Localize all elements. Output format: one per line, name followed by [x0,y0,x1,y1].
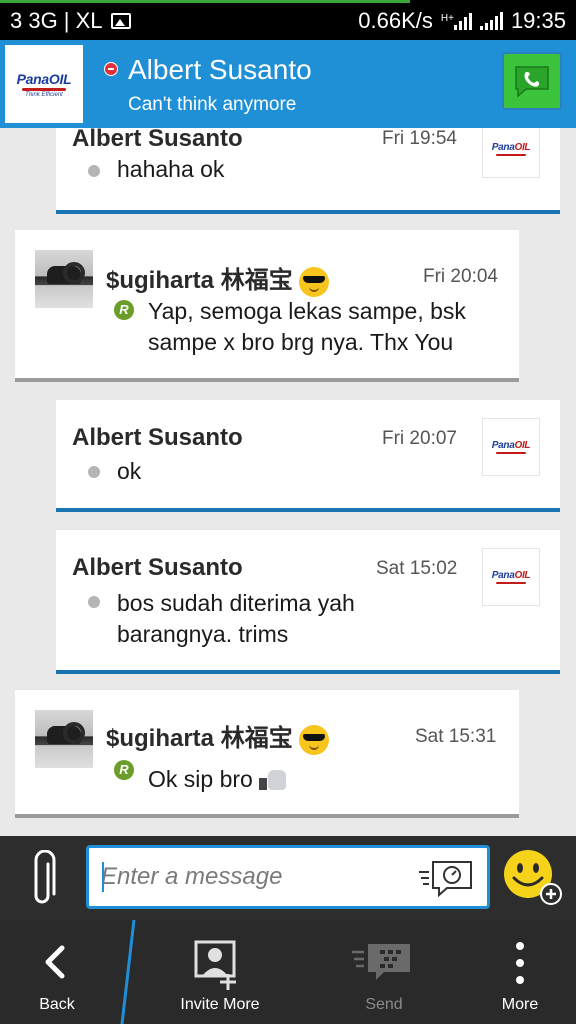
status-bar: 3 3G | XL 0.66K/s H+ 19:35 [0,0,576,40]
nav-divider [120,920,136,1024]
message-time: Fri 19:54 [382,128,457,149]
more-label: More [501,996,539,1013]
clock: 19:35 [510,8,566,33]
message-bubble[interactable]: Albert Susanto Fri 19:54 PanaOIL hahaha … [56,128,560,214]
invite-more-label: Invite More [180,996,260,1013]
status-bar-left: 3 3G | XL [10,8,131,34]
message-input[interactable] [101,858,401,896]
message-composer [0,836,576,920]
message-bubble[interactable]: $ugiharta 林福宝 Sat 15:31 R Ok sip bro [15,690,519,818]
phone-icon [515,66,549,98]
back-button[interactable]: Back [0,920,114,1024]
delivered-dot-icon [88,596,100,608]
speech-bubble-icon[interactable] [417,858,475,898]
call-button[interactable] [502,52,562,110]
status-bar-right: 0.66K/s H+ 19:35 [358,8,566,34]
avatar-logo-brand: PanaOIL [16,70,72,87]
add-contact-icon [194,940,236,990]
message-bubble[interactable]: Albert Susanto Sat 15:02 PanaOIL bos sud… [56,530,560,674]
contact-name: Albert Susanto [128,54,312,85]
more-button[interactable]: More [470,920,570,1024]
read-badge: R [114,760,134,780]
sender-name-text: $ugiharta 林福宝 [106,725,293,752]
message-time: Fri 20:04 [423,266,498,287]
cool-emoji-icon [298,724,329,755]
read-badge: R [114,300,134,320]
back-label: Back [39,996,75,1013]
bottom-action-bar: Back Invite More Send More [0,920,576,1024]
message-list[interactable]: Albert Susanto Fri 19:54 PanaOIL hahaha … [0,128,576,836]
message-sender: Albert Susanto [72,424,243,451]
logo-swoosh [22,87,66,91]
message-time: Sat 15:02 [376,558,458,579]
sender-avatar: PanaOIL [482,418,540,476]
paperclip-icon[interactable] [26,850,60,910]
send-label: Send [365,996,403,1013]
message-sender: Albert Susanto [72,128,243,152]
delivered-dot-icon [88,466,100,478]
message-sender: Albert Susanto [72,554,243,581]
cool-emoji-icon [298,266,329,297]
wifi-signal-icon [479,12,503,30]
bbm-send-icon [352,944,410,980]
message-sender: $ugiharta 林福宝 [106,718,329,755]
message-time: Sat 15:31 [415,726,497,747]
message-text-content: Ok sip bro [148,766,253,792]
avatar-logo-tagline: Think Efficient [25,91,63,98]
more-vertical-icon [516,942,524,984]
message-bubble[interactable]: Albert Susanto Fri 20:07 PanaOIL ok [56,400,560,512]
message-input-box[interactable] [86,845,490,909]
sender-avatar: PanaOIL [482,548,540,606]
sender-photo-avatar [35,250,93,308]
sender-avatar: PanaOIL [482,128,540,178]
message-text: Ok sip bro [148,764,488,795]
delivered-dot-icon [88,165,100,177]
sender-name-text: $ugiharta 林福宝 [106,267,293,294]
message-text: ok [117,458,142,484]
network-speed: 0.66K/s [358,8,433,33]
invite-more-button[interactable]: Invite More [150,920,290,1024]
send-button[interactable]: Send [322,920,446,1024]
sender-photo-avatar [35,710,93,768]
carrier-label: 3 3G | XL [10,8,103,33]
message-bubble[interactable]: $ugiharta 林福宝 Fri 20:04 R Yap, semoga le… [15,230,519,382]
status-bar-progress-line [0,0,410,3]
message-text: Yap, semoga lekas sampe, bsk sampe x bro… [148,298,466,355]
text-caret [102,862,104,892]
busy-status-icon [104,62,118,76]
message-time: Fri 20:07 [382,428,457,449]
thumbs-up-icon [258,769,287,792]
chevron-left-icon [45,945,65,979]
contact-avatar[interactable]: PanaOIL Think Efficient [5,45,83,123]
smiley-add-icon[interactable] [502,848,562,908]
chat-header: PanaOIL Think Efficient Albert Susanto C… [0,40,576,128]
image-notification-icon [110,13,131,29]
message-text: bos sudah diterima yah barangnya. trims [117,590,355,647]
contact-status-message: Can't think anymore [128,94,297,115]
message-sender: $ugiharta 林福宝 [106,260,329,297]
message-text: hahaha ok [117,156,225,182]
mobile-data-signal-icon: H+ [441,12,472,30]
network-type-label: H+ [440,13,454,24]
